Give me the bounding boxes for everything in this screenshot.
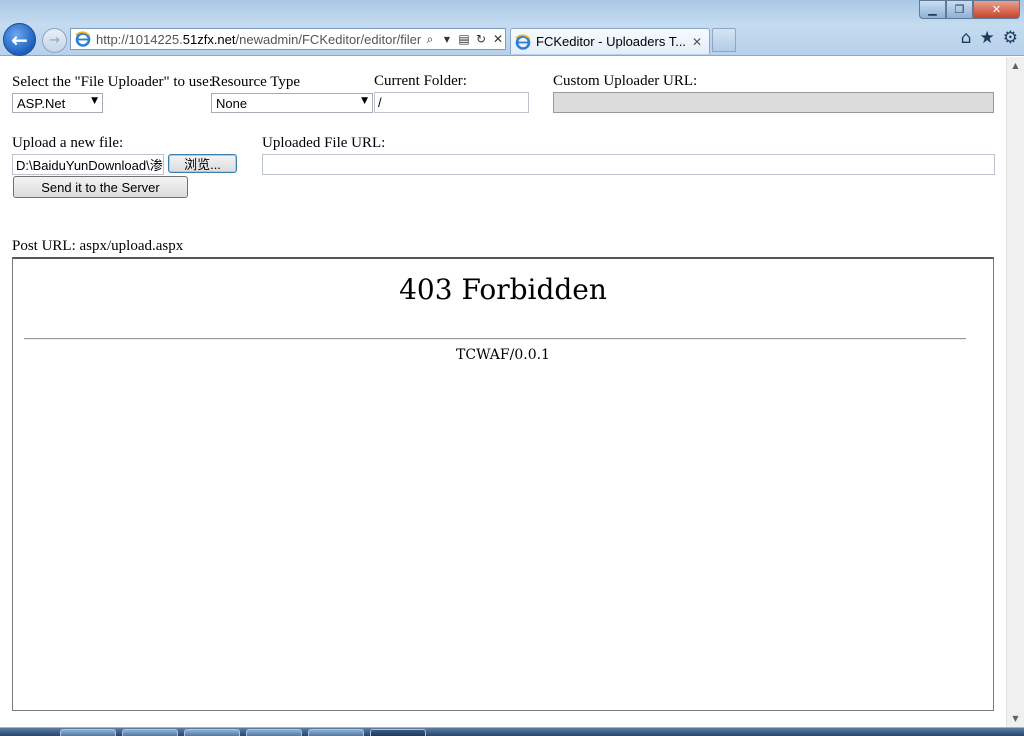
stop-icon[interactable]: ✕ xyxy=(491,32,505,46)
maximize-button[interactable]: ❐ xyxy=(946,0,973,19)
current-folder-input[interactable]: / xyxy=(374,92,529,113)
browser-chrome: ▁ ❐ ✕ ← → http://1014225.51zfx.net/newad… xyxy=(0,0,1024,56)
window-controls: ▁ ❐ ✕ xyxy=(919,0,1020,19)
compatibility-icon[interactable]: ▤ xyxy=(457,32,471,46)
custom-uploader-url-input[interactable] xyxy=(553,92,994,113)
taskbar xyxy=(0,727,1024,736)
uploaded-file-url-label: Uploaded File URL: xyxy=(262,135,386,151)
tab-fckeditor-uploaders[interactable]: FCKeditor - Uploaders T... ✕ xyxy=(510,28,710,54)
vertical-scrollbar[interactable]: ▲ ▼ xyxy=(1006,57,1024,727)
current-folder-label: Current Folder: xyxy=(374,73,467,89)
taskbar-item[interactable] xyxy=(308,729,364,736)
minimize-button[interactable]: ▁ xyxy=(919,0,946,19)
taskbar-item[interactable] xyxy=(370,729,426,736)
search-dropdown-icon[interactable]: ▼ xyxy=(440,35,454,44)
favorites-star-icon[interactable]: ★ xyxy=(980,28,995,48)
refresh-icon[interactable]: ↻ xyxy=(474,32,488,46)
chevron-down-icon: ▼ xyxy=(91,96,98,106)
resource-type-select[interactable]: None ▼ xyxy=(211,93,373,113)
file-path-input[interactable]: D:\BaiduYunDownload\渗透 xyxy=(12,154,164,175)
scroll-up-arrow-icon[interactable]: ▲ xyxy=(1007,57,1024,74)
uploader-select-value: ASP.Net xyxy=(17,95,66,111)
resource-type-label: Resource Type xyxy=(211,74,301,90)
tab-title: FCKeditor - Uploaders T... xyxy=(536,34,686,49)
tab-close-icon[interactable]: ✕ xyxy=(692,35,702,49)
search-icon[interactable]: ⌕ xyxy=(423,32,437,47)
divider xyxy=(24,338,966,340)
uploaded-file-url-input[interactable] xyxy=(262,154,995,175)
uploader-select[interactable]: ASP.Net ▼ xyxy=(12,93,103,113)
post-url-label: Post URL: aspx/upload.aspx xyxy=(12,238,184,254)
taskbar-item[interactable] xyxy=(184,729,240,736)
back-arrow-icon[interactable]: ← xyxy=(3,23,36,56)
chevron-down-icon: ▼ xyxy=(361,96,368,106)
taskbar-item[interactable] xyxy=(246,729,302,736)
custom-uploader-url-label: Custom Uploader URL: xyxy=(553,73,698,89)
browse-button[interactable]: 浏览... xyxy=(168,154,237,173)
taskbar-item[interactable] xyxy=(60,729,116,736)
page-content: Select the "File Uploader" to use: Resou… xyxy=(0,57,1006,712)
address-url[interactable]: http://1014225.51zfx.net/newadmin/FCKedi… xyxy=(96,32,421,47)
resource-type-select-value: None xyxy=(216,95,248,111)
close-window-button[interactable]: ✕ xyxy=(973,0,1020,19)
error-title: 403 Forbidden xyxy=(399,273,607,306)
tab-ie-icon xyxy=(515,33,531,50)
new-tab-button[interactable] xyxy=(712,28,736,52)
ie-logo-icon xyxy=(75,31,91,47)
uploader-label: Select the "File Uploader" to use: xyxy=(12,74,213,90)
address-bar[interactable]: http://1014225.51zfx.net/newadmin/FCKedi… xyxy=(70,28,506,50)
upload-new-file-label: Upload a new file: xyxy=(12,135,124,151)
forward-arrow-icon[interactable]: → xyxy=(42,28,67,53)
server-signature: TCWAF/0.0.1 xyxy=(456,347,550,363)
send-to-server-button[interactable]: Send it to the Server xyxy=(13,176,188,198)
tools-gear-icon[interactable]: ⚙ xyxy=(1003,28,1018,48)
taskbar-item[interactable] xyxy=(122,729,178,736)
scroll-down-arrow-icon[interactable]: ▼ xyxy=(1007,710,1024,727)
home-icon[interactable]: ⌂ xyxy=(961,28,972,48)
upload-result-frame: 403 Forbidden TCWAF/0.0.1 xyxy=(12,257,994,711)
